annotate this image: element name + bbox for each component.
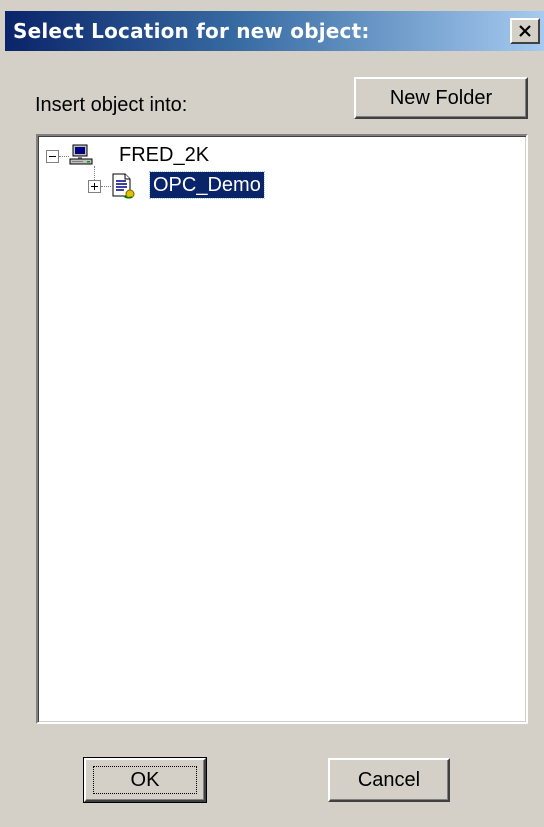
tree-node-opc-demo[interactable]: OPC_Demo: [149, 171, 265, 199]
tree-connector: [94, 166, 95, 180]
expand-toggle-opc-demo[interactable]: [88, 180, 101, 193]
dialog-title: Select Location for new object:: [13, 19, 370, 43]
cancel-button-label: Cancel: [357, 768, 421, 791]
insert-object-label: Insert object into:: [35, 94, 188, 116]
new-folder-button-label: New Folder: [389, 86, 493, 109]
collapse-toggle-fred-2k[interactable]: [46, 150, 59, 163]
tree-connector: [59, 156, 69, 157]
title-bar[interactable]: Select Location for new object:: [5, 11, 544, 51]
select-location-dialog: Select Location for new object: Insert o…: [0, 0, 544, 827]
close-icon: [519, 25, 531, 37]
location-tree[interactable]: FRED_2K OPC_Demo: [36, 134, 528, 724]
document-icon: [112, 173, 135, 199]
ok-button-label: OK: [130, 768, 160, 791]
ok-button[interactable]: OK: [83, 757, 207, 803]
tree-node-fred-2k[interactable]: FRED_2K: [116, 142, 212, 168]
close-button[interactable]: [510, 18, 540, 44]
cancel-button[interactable]: Cancel: [328, 758, 450, 802]
computer-icon: [69, 144, 93, 165]
new-folder-button[interactable]: New Folder: [354, 77, 528, 119]
